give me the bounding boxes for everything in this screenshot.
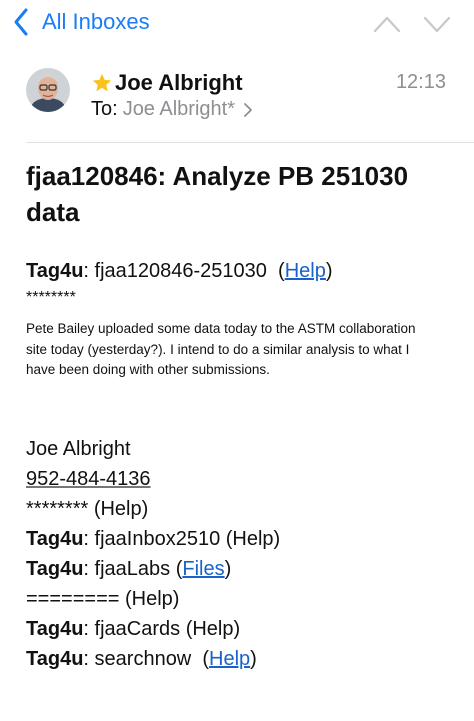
chevron-right-icon xyxy=(244,102,252,117)
recipient-line[interactable]: To: Joe Albright* xyxy=(91,98,253,121)
back-label: All Inboxes xyxy=(42,9,150,34)
avatar[interactable] xyxy=(26,68,70,112)
tag-value: : fjaaCards (Help) xyxy=(83,618,241,640)
tag-value: : fjaaInbox2510 (Help) xyxy=(83,528,281,550)
tag-label: Tag4u xyxy=(26,260,84,282)
subject: fjaa120846: Analyze PB 251030 data xyxy=(26,161,409,227)
signature-stars-line: ******** (Help) xyxy=(26,498,149,520)
tag-label: Tag4u xyxy=(26,528,84,550)
help-link[interactable]: Help xyxy=(209,648,250,670)
message-time: 12:13 xyxy=(395,71,446,93)
tag-value: : fjaa120846-251030 xyxy=(83,260,267,282)
phone-link[interactable]: 952-484-4136 xyxy=(26,468,151,490)
tag-label: Tag4u xyxy=(26,558,84,580)
message-nav-arrows xyxy=(372,12,452,36)
help-close: ) xyxy=(325,260,333,282)
avatar-photo xyxy=(26,68,70,112)
header-divider xyxy=(26,142,474,143)
star-icon xyxy=(92,73,112,92)
help-link[interactable]: Help xyxy=(285,260,326,282)
tag-label: Tag4u xyxy=(26,648,84,670)
tag-label: Tag4u xyxy=(26,618,84,640)
signature-tag-inbox: Tag4u: fjaaInbox2510 (Help) xyxy=(26,524,280,554)
chevron-down-icon[interactable] xyxy=(422,12,452,36)
nav-bar: All Inboxes xyxy=(0,0,474,48)
tag-line: Tag4u: fjaa120846-251030 (Help) xyxy=(26,256,333,286)
back-button[interactable]: All Inboxes xyxy=(12,7,150,37)
help-open: ( xyxy=(278,260,285,282)
stars-line: ******** xyxy=(26,289,76,306)
body-paragraph: Pete Bailey uploaded some data today to … xyxy=(26,321,416,377)
to-prefix: To: xyxy=(91,98,118,120)
tag-value: : searchnow ( xyxy=(83,648,210,670)
signature-name: Joe Albright xyxy=(26,438,131,460)
signature-tag-labs: Tag4u: fjaaLabs (Files) xyxy=(26,554,231,584)
chevron-up-icon[interactable] xyxy=(372,12,402,36)
tag-value: : fjaaLabs ( xyxy=(83,558,183,580)
chevron-left-icon xyxy=(14,8,28,36)
signature-tag-search: Tag4u: searchnow (Help) xyxy=(26,644,257,674)
sender-line[interactable]: Joe Albright xyxy=(91,70,243,96)
tag-close: ) xyxy=(250,648,257,670)
signature-tag-cards: Tag4u: fjaaCards (Help) xyxy=(26,614,240,644)
tag-close: ) xyxy=(224,558,232,580)
files-link[interactable]: Files xyxy=(182,558,224,580)
signature-equals-line: ======== (Help) xyxy=(26,588,180,610)
phone-number[interactable]: 952-484-4136 xyxy=(26,464,151,494)
sender-name[interactable]: Joe Albright xyxy=(115,70,243,96)
recipient-name[interactable]: Joe Albright* xyxy=(123,98,235,121)
